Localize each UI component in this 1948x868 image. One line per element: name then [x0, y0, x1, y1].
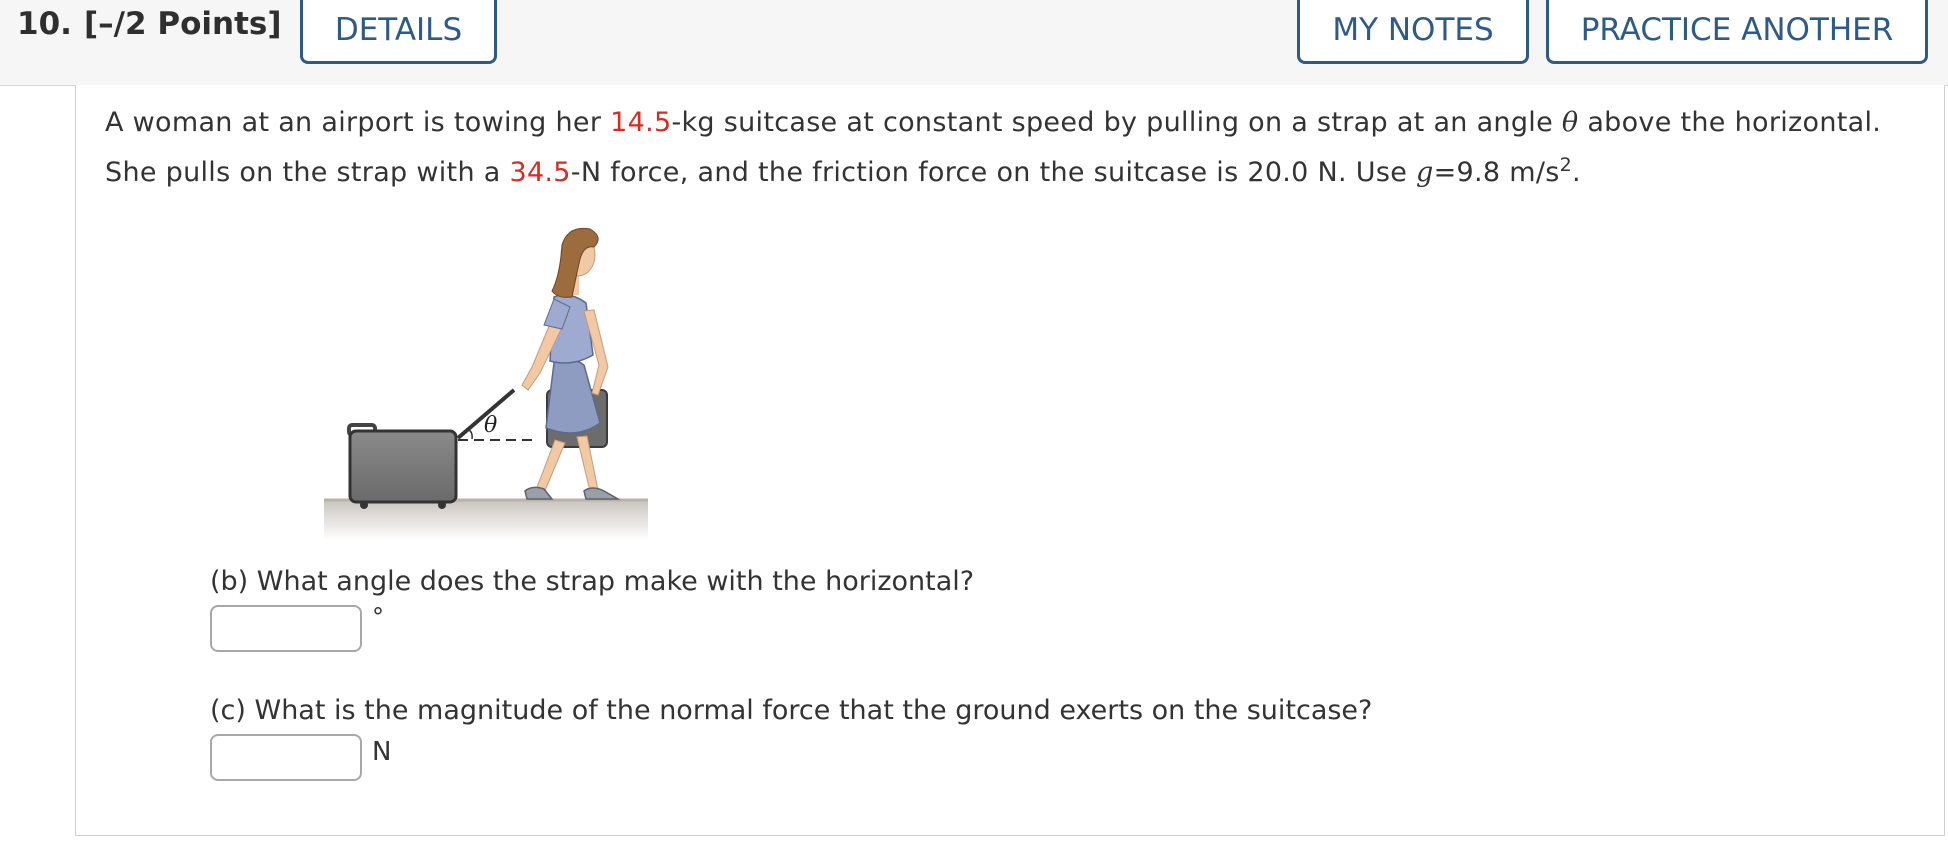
question-number: 10. — [17, 6, 72, 42]
problem-text-segment: -kg suitcase at constant speed by pullin… — [671, 107, 1562, 138]
theta-symbol: θ — [1561, 107, 1579, 138]
angle-label: θ — [484, 413, 497, 438]
question-points: [–/2 Points] — [84, 6, 282, 42]
question-header: 10. [–/2 Points] DETAILS MY NOTES PRACTI… — [0, 0, 1948, 86]
my-notes-button[interactable]: MY NOTES — [1297, 0, 1529, 64]
question-part-c: (c) What is the magnitude of the normal … — [210, 695, 1373, 726]
woman-towing-suitcase-illustration: θ — [324, 227, 648, 540]
answer-input-b[interactable] — [210, 605, 362, 652]
unit-degree: ° — [372, 603, 384, 631]
details-button[interactable]: DETAILS — [300, 0, 497, 64]
floor — [324, 500, 648, 540]
woman-figure — [521, 227, 621, 500]
problem-statement: A woman at an airport is towing her 14.5… — [105, 98, 1905, 198]
problem-text-segment: A woman at an airport is towing her — [105, 107, 611, 138]
problem-text-segment: -N force, and the friction force on the … — [570, 157, 1417, 188]
problem-text-segment: . — [1572, 157, 1581, 188]
practice-another-button[interactable]: PRACTICE ANOTHER — [1546, 0, 1928, 64]
exponent: 2 — [1559, 154, 1573, 176]
g-symbol: g — [1416, 157, 1434, 188]
towed-suitcase — [347, 423, 458, 509]
unit-newton: N — [372, 737, 392, 767]
answer-input-c[interactable] — [210, 734, 362, 781]
question-part-b: (b) What angle does the strap make with … — [210, 566, 975, 597]
problem-text-segment: =9.8 m/s — [1433, 157, 1560, 188]
mass-value: 14.5 — [610, 107, 672, 138]
force-value: 34.5 — [509, 157, 571, 188]
